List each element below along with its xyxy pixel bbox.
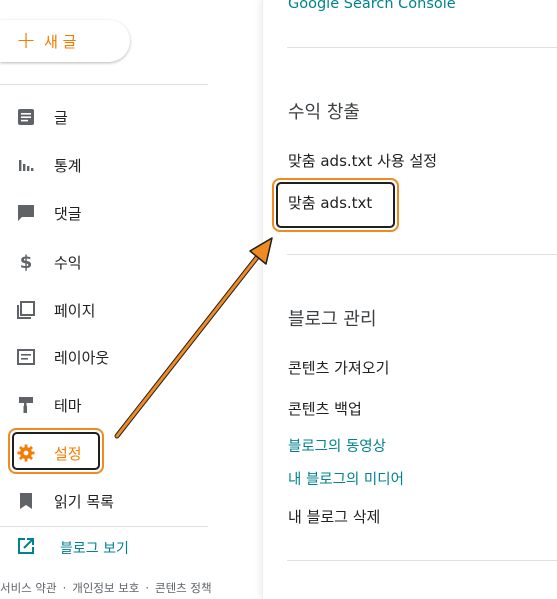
external-link-icon: [16, 536, 36, 560]
sidebar-item-label: 설정: [54, 444, 82, 463]
sidebar: + 새 글 글 통계 댓글 $ 수익 페이지 레이아웃 테마 설정 읽기 목록 …: [0, 0, 262, 599]
section-heading-blog-management: 블로그 관리: [288, 309, 377, 330]
divider: [287, 47, 557, 48]
sidebar-item-label: 읽기 목록: [54, 492, 114, 511]
theme-icon: [16, 395, 36, 415]
google-search-console-link[interactable]: Google Search Console: [288, 0, 456, 12]
blog-videos-link[interactable]: 블로그의 동영상: [288, 435, 386, 456]
import-content[interactable]: 콘텐츠 가져오기: [288, 357, 389, 378]
footer-links: 서비스 약관 · 개인정보 보호 · 콘텐츠 정책: [0, 581, 212, 595]
sidebar-item-pages[interactable]: 페이지: [0, 290, 262, 330]
new-post-button[interactable]: + 새 글: [0, 20, 130, 62]
sidebar-item-label: 댓글: [54, 204, 82, 223]
view-blog-label: 블로그 보기: [60, 541, 129, 557]
pages-icon: [16, 300, 36, 320]
sidebar-item-label: 테마: [54, 396, 82, 415]
sidebar-item-label: 수익: [54, 253, 82, 272]
posts-icon: [16, 107, 36, 127]
sidebar-item-earnings[interactable]: $ 수익: [0, 242, 262, 282]
sidebar-item-comments[interactable]: 댓글: [0, 193, 262, 233]
custom-ads-txt[interactable]: 맞춤 ads.txt: [288, 192, 372, 213]
divider: [0, 526, 208, 527]
sidebar-item-label: 페이지: [54, 301, 96, 320]
blog-media-link[interactable]: 내 블로그의 미디어: [288, 468, 404, 489]
sidebar-item-label: 통계: [54, 156, 82, 175]
divider: [0, 84, 208, 85]
gear-icon: [16, 443, 36, 463]
comments-icon: [16, 203, 36, 223]
stats-icon: [16, 155, 36, 175]
sidebar-item-label: 글: [54, 108, 68, 127]
plus-icon: +: [16, 26, 37, 54]
delete-blog[interactable]: 내 블로그 삭제: [288, 506, 380, 527]
custom-ads-txt-enable[interactable]: 맞춤 ads.txt 사용 설정: [288, 150, 437, 171]
section-heading-monetization: 수익 창출: [288, 102, 360, 123]
divider: [287, 254, 557, 255]
dollar-icon: $: [19, 251, 33, 273]
settings-panel: Google Search Console 수익 창출 맞춤 ads.txt 사…: [262, 0, 557, 599]
bookmark-icon: [16, 491, 36, 511]
layout-icon: [16, 347, 36, 367]
terms-link[interactable]: 서비스 약관: [0, 581, 57, 595]
sidebar-item-settings[interactable]: 설정: [0, 433, 262, 473]
sidebar-item-label: 레이아웃: [54, 348, 110, 367]
content-policy-link[interactable]: 콘텐츠 정책: [155, 581, 212, 595]
sidebar-item-stats[interactable]: 통계: [0, 145, 262, 185]
privacy-link[interactable]: 개인정보 보호: [72, 581, 139, 595]
sidebar-item-theme[interactable]: 테마: [0, 385, 262, 425]
sidebar-item-layout[interactable]: 레이아웃: [0, 337, 262, 377]
view-blog-link[interactable]: 블로그 보기: [16, 536, 129, 560]
divider: [287, 560, 557, 561]
sidebar-item-reading-list[interactable]: 읽기 목록: [0, 481, 262, 521]
new-post-label: 새 글: [44, 32, 77, 51]
sidebar-item-posts[interactable]: 글: [0, 97, 262, 137]
backup-content[interactable]: 콘텐츠 백업: [288, 398, 362, 419]
